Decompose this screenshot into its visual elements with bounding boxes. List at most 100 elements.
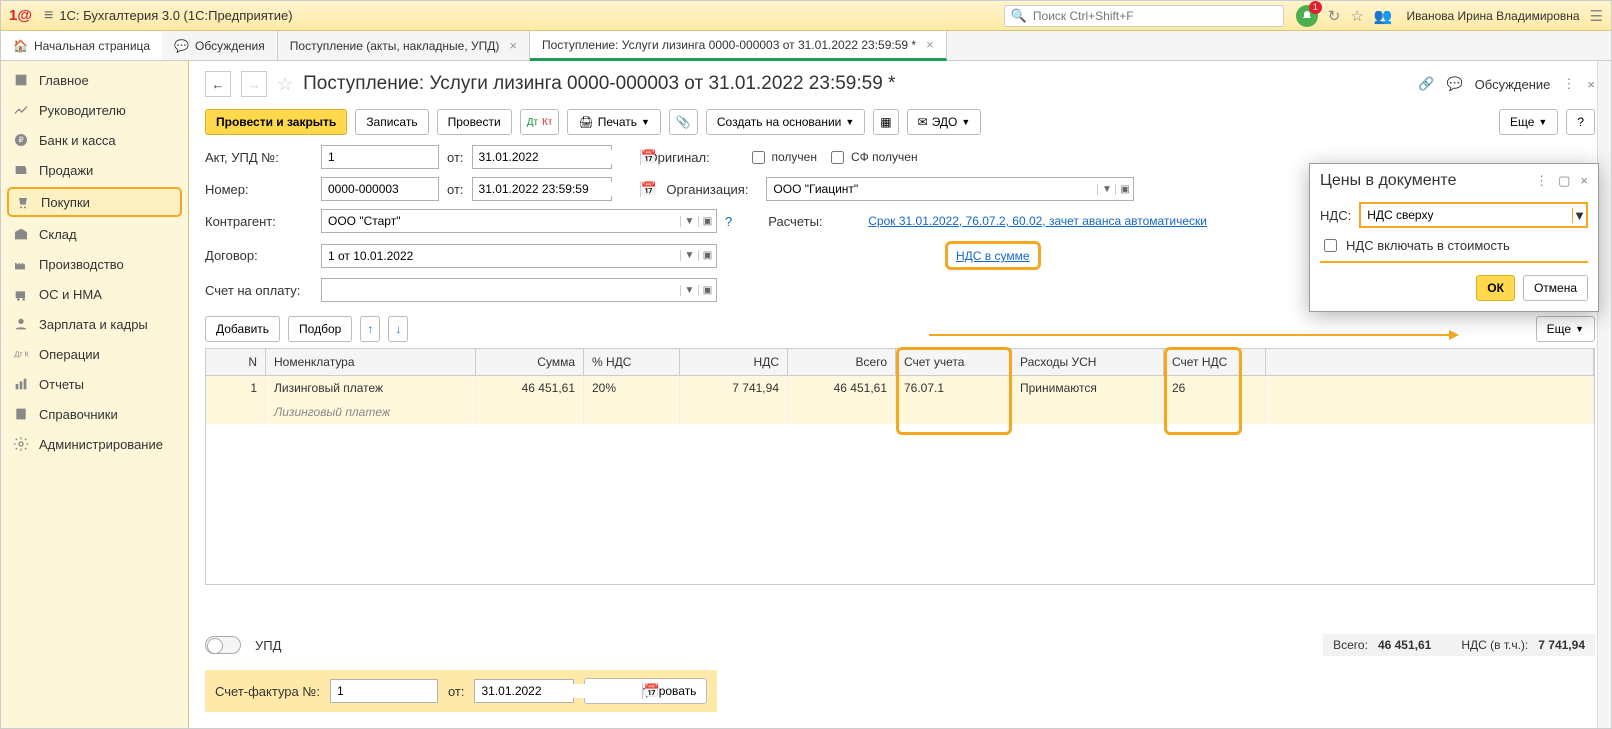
items-table: N Номенклатура Сумма % НДС НДС Всего Сче… [205,348,1595,585]
sidebar: Главное Руководителю ₽Банк и касса Прода… [1,61,189,728]
bill-select[interactable]: ▼▣ [321,278,717,302]
cb-received[interactable]: получен [748,148,817,167]
sidebar-item-sales[interactable]: Продажи [1,155,188,185]
move-down-button[interactable]: ↓ [388,316,408,342]
open-icon: ▣ [1115,184,1133,195]
table-row[interactable]: 1 Лизинговый платеж 46 451,61 20% 7 741,… [206,376,1594,400]
print-button[interactable]: 🖨Печать ▼ [567,109,660,135]
tab-discussions[interactable]: 💬Обсуждения [162,31,278,60]
ok-button[interactable]: ОК [1476,275,1515,301]
tab-home[interactable]: 🏠Начальная страница [1,31,162,60]
discuss-label[interactable]: Обсуждение [1475,77,1551,92]
sidebar-item-admin[interactable]: Администрирование [1,429,188,459]
user-name[interactable]: Иванова Ирина Владимировна [1406,9,1579,23]
cb-sf-received[interactable]: СФ получен [827,148,918,167]
dtkt-button[interactable]: ДтКт [520,109,560,135]
sidebar-item-warehouse[interactable]: Склад [1,219,188,249]
maximize-icon[interactable]: ▢ [1558,173,1570,189]
tab-document[interactable]: Поступление: Услуги лизинга 0000-000003 … [530,31,947,61]
close-icon[interactable]: × [1587,77,1595,92]
prices-popup: Цены в документе ⋮ ▢ × НДС: ▼ НДС включа… [1309,163,1599,312]
nav-back-button[interactable]: ← [205,71,231,97]
table-header: N Номенклатура Сумма % НДС НДС Всего Сче… [206,349,1594,376]
link-icon[interactable]: 🔗 [1418,76,1434,92]
nav-fwd-button[interactable]: → [241,71,267,97]
popup-include-nds-cb[interactable]: НДС включать в стоимость [1320,236,1588,263]
invoice-row: Счет-фактура №: от: 📅 Зарегистрировать [205,670,717,712]
print-icon: 🖨 [578,115,593,129]
popup-title: Цены в документе [1320,172,1456,190]
nds-link[interactable]: НДС в сумме [956,249,1030,263]
sidebar-item-manager[interactable]: Руководителю [1,95,188,125]
act-no-input[interactable] [321,145,439,169]
label-contract: Договор: [205,248,313,263]
users-icon[interactable]: 👥 [1374,7,1393,25]
dropdown-icon: ▼ [680,216,698,227]
help-button[interactable]: ? [1566,109,1595,135]
org-select[interactable]: ▼▣ [766,177,1134,201]
dropdown-icon: ▼ [680,250,698,261]
popup-nds-select[interactable]: ▼ [1359,202,1588,228]
move-up-button[interactable]: ↑ [360,316,380,342]
upd-toggle[interactable] [205,636,241,654]
attach-button[interactable]: 📎 [669,109,698,135]
sidebar-item-production[interactable]: Производство [1,249,188,279]
bell-icon[interactable]: 1 [1296,5,1318,27]
post-button[interactable]: Провести [437,109,512,135]
number-input[interactable] [321,177,439,201]
num-date-input[interactable]: 📅 [472,177,612,201]
kebab-icon[interactable]: ⋮ [1535,173,1548,189]
sidebar-item-operations[interactable]: Дт КтОперации [1,339,188,369]
contract-select[interactable]: ▼▣ [321,244,717,268]
upd-label: УПД [255,638,281,653]
help-icon[interactable]: ? [725,214,732,229]
sidebar-item-refs[interactable]: Справочники [1,399,188,429]
calendar-icon[interactable]: 📅 [642,683,659,699]
sidebar-item-purchases[interactable]: Покупки [7,187,182,217]
sidebar-item-assets[interactable]: ОС и НМА [1,279,188,309]
struct-button[interactable]: ▦ [873,109,898,135]
hamburger-icon[interactable]: ≡ [44,7,53,25]
sidebar-item-hr[interactable]: Зарплата и кадры [1,309,188,339]
based-on-button[interactable]: Создать на основании ▼ [706,109,865,135]
main-area: ← → ☆ Поступление: Услуги лизинга 0000-0… [189,61,1611,728]
discuss-icon[interactable]: 💬 [1446,76,1462,92]
search-box[interactable]: 🔍 [1004,5,1284,27]
calc-link[interactable]: Срок 31.01.2022, 76.07.2, 60.02, зачет а… [868,214,1207,228]
more-button[interactable]: Еще ▼ [1499,109,1558,135]
nds-link-highlight: НДС в сумме [945,241,1041,270]
sidebar-item-bank[interactable]: ₽Банк и касса [1,125,188,155]
favorite-icon[interactable]: ☆ [277,74,293,95]
post-close-button[interactable]: Провести и закрыть [205,109,347,135]
act-date-input[interactable]: 📅 [472,145,612,169]
save-button[interactable]: Записать [355,109,428,135]
close-icon[interactable]: × [926,37,934,52]
sidebar-item-reports[interactable]: Отчеты [1,369,188,399]
edo-button[interactable]: ✉ ЭДО ▼ [907,109,982,135]
logo-1c: 1@ [9,7,32,24]
select-button[interactable]: Подбор [288,316,352,342]
label-number: Номер: [205,182,313,197]
calendar-icon[interactable]: 📅 [640,149,657,165]
add-row-button[interactable]: Добавить [205,316,280,342]
close-icon[interactable]: × [509,38,517,53]
tab-receipts[interactable]: Поступление (акты, накладные, УПД)× [278,31,530,60]
kebab-icon[interactable]: ⋮ [1562,76,1575,92]
menu-icon[interactable]: ☰ [1590,7,1603,25]
search-input[interactable] [1031,8,1277,24]
table-row[interactable]: Лизинговый платеж [206,400,1594,424]
contractor-select[interactable]: ▼▣ [321,209,717,233]
cancel-button[interactable]: Отмена [1523,275,1588,301]
sf-no-input[interactable] [330,679,438,703]
scrollbar[interactable] [1597,61,1611,728]
sf-date-input[interactable]: 📅 [474,679,574,703]
open-icon: ▣ [698,216,716,227]
history-icon[interactable]: ↻ [1328,7,1341,25]
table-more-button[interactable]: Еще ▼ [1536,316,1595,342]
star-icon[interactable]: ☆ [1350,7,1363,25]
close-icon[interactable]: × [1580,173,1588,189]
calendar-icon[interactable]: 📅 [640,181,657,197]
sidebar-item-main[interactable]: Главное [1,65,188,95]
svg-text:₽: ₽ [18,136,23,145]
document-title: Поступление: Услуги лизинга 0000-000003 … [303,73,895,95]
